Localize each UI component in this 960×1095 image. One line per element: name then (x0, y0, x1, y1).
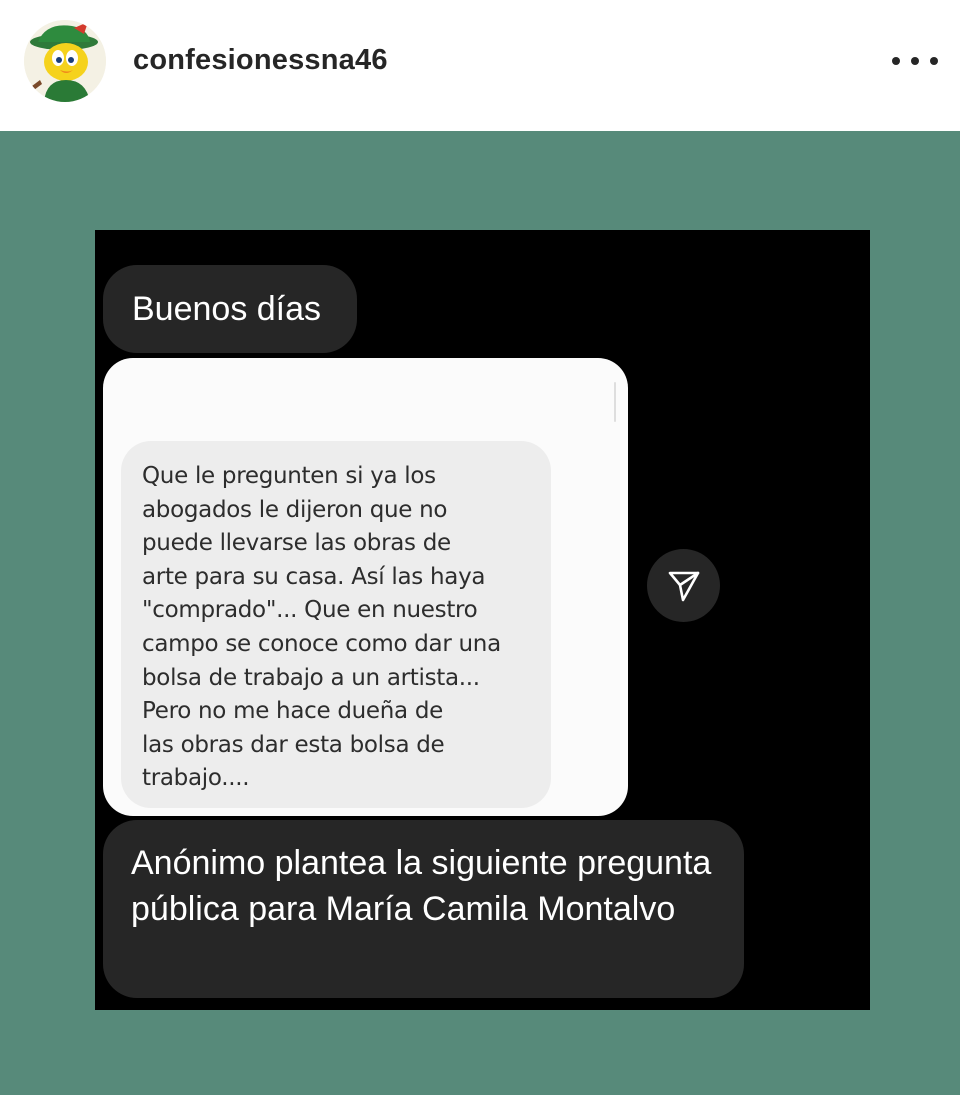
send-arrow-icon (668, 571, 699, 601)
post-header: confesionessna46 (0, 0, 960, 131)
more-options-button[interactable] (892, 50, 938, 72)
cartoon-bird-avatar-icon (24, 20, 106, 102)
question-bubble: Anónimo plantea la siguiente pregunta pú… (103, 820, 744, 998)
greeting-bubble: Buenos días (103, 265, 357, 353)
question-text: Anónimo plantea la siguiente pregunta pú… (131, 844, 712, 928)
more-options-icon (892, 57, 900, 65)
shared-message-bubble: Que le pregunten si ya los abogados le d… (121, 441, 551, 808)
more-options-dot (911, 57, 919, 65)
send-button[interactable] (647, 549, 720, 622)
username[interactable]: confesionessna46 (133, 44, 388, 77)
shared-message-card: Que le pregunten si ya los abogados le d… (103, 358, 628, 816)
more-options-dot (930, 57, 938, 65)
scrollbar (614, 382, 616, 422)
profile-avatar[interactable] (24, 20, 106, 102)
shared-message-text: Que le pregunten si ya los abogados le d… (142, 463, 501, 792)
chat-screenshot: Buenos días Que le pregunten si ya los a… (95, 230, 870, 1010)
